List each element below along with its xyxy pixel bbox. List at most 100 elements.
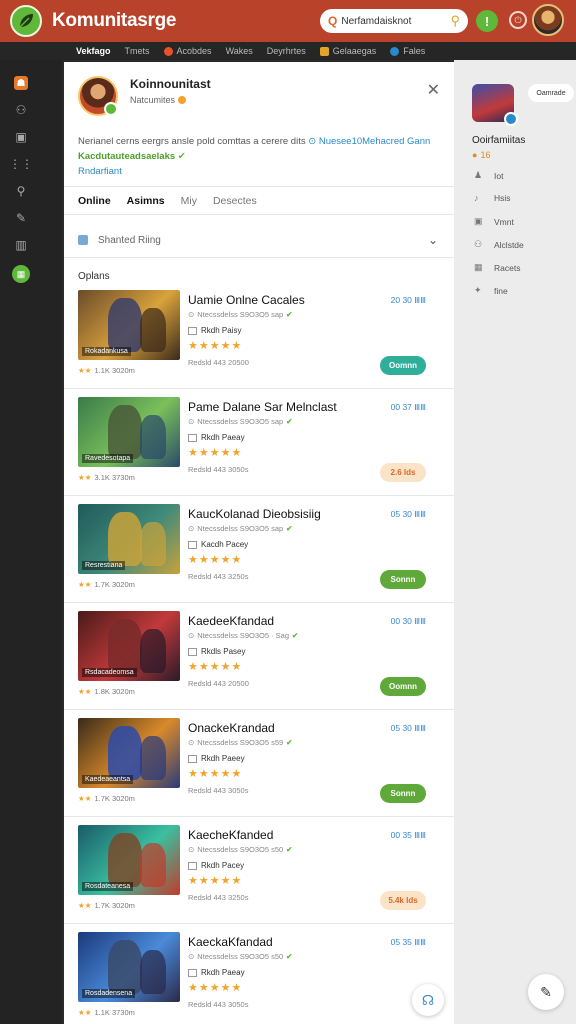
game-thumbnail[interactable]: Rokadankusa: [78, 290, 180, 360]
sidebar-item[interactable]: ♟ Iot: [474, 170, 503, 181]
sidebar-avatar[interactable]: [472, 84, 518, 126]
divider: [64, 816, 454, 817]
tab-desectes[interactable]: Desectes: [213, 195, 257, 207]
community-icon[interactable]: ▦: [12, 265, 30, 283]
game-card[interactable]: Ravedesotapa ★★ 3.1K 3730m Pame Dalane Sa…: [78, 397, 440, 497]
nav-item-2[interactable]: Acobdes: [163, 46, 212, 56]
inbox-icon[interactable]: ▣: [14, 130, 28, 144]
game-title[interactable]: Uamie Onlne Cacales: [188, 293, 305, 307]
sidebar-item[interactable]: ✦ fine: [474, 285, 508, 296]
chevron-down-icon[interactable]: ⌄: [428, 233, 438, 247]
game-time: 05 30 ⅢⅢ: [390, 723, 426, 733]
check-icon: ✔: [286, 417, 293, 426]
join-button[interactable]: Oomnn: [380, 677, 426, 696]
pen-icon[interactable]: ✎: [14, 211, 28, 225]
game-card[interactable]: Resrestiana ★★ 1.7K 3020m KaucKolanad Die…: [78, 504, 440, 604]
join-button[interactable]: Sonnn: [380, 784, 426, 803]
filter-dropdown[interactable]: Shanted Riing ⌄: [78, 230, 438, 250]
rating-summary: ★★ 1.1K 3730m: [78, 1008, 135, 1017]
game-title[interactable]: KaedeeKfandad: [188, 614, 274, 628]
profile-avatar[interactable]: [78, 76, 118, 116]
game-card[interactable]: Rosdadensena ★★ 1.1K 3730m KaeckaKfandad …: [78, 932, 440, 1024]
game-thumbnail[interactable]: Resrestiana: [78, 504, 180, 574]
game-thumbnail[interactable]: Rsdacadeomsa: [78, 611, 180, 681]
game-time: 05 35 ⅢⅢ: [390, 937, 426, 947]
game-time: 05 30 ⅢⅢ: [390, 509, 426, 519]
game-card[interactable]: Rosdateanesa ★★ 1.7K 3020m KaecheKfanded …: [78, 825, 440, 925]
flag-icon: [188, 647, 197, 656]
edit-fab[interactable]: ✎: [528, 974, 564, 1010]
sidebar-item[interactable]: ▣ Vmnt: [474, 216, 514, 227]
flag-icon: [188, 968, 197, 977]
chat-fab[interactable]: ☊: [412, 984, 444, 1016]
game-stats: Redsld 443 3050s: [188, 1000, 249, 1009]
rating-summary: ★★ 3.1K 3730m: [78, 473, 135, 482]
search-input[interactable]: [341, 15, 442, 27]
clock-icon: ⊙: [188, 417, 195, 426]
clock-icon: ⊙: [188, 524, 195, 533]
character-art: [108, 833, 142, 887]
game-title[interactable]: KaeckaKfandad: [188, 935, 273, 949]
users-icon[interactable]: ⚇: [14, 103, 28, 117]
join-button[interactable]: 5.4k Ids: [380, 891, 426, 910]
game-card[interactable]: Kaedeaeantsa ★★ 1.7K 3020m OnackeKrandad …: [78, 718, 440, 818]
character-art: [140, 415, 166, 459]
game-title[interactable]: KaecheKfanded: [188, 828, 273, 842]
search-icon: Q: [328, 14, 338, 28]
check-icon: ✔: [286, 845, 293, 854]
game-title[interactable]: OnackeKrandad: [188, 721, 275, 735]
thumbnail-label: Resrestiana: [82, 561, 126, 570]
game-title[interactable]: Pame Dalane Sar Melnclast: [188, 400, 337, 414]
power-icon[interactable]: ⏻: [509, 11, 527, 29]
sidebar-item[interactable]: ♪ Hsis: [474, 193, 511, 203]
divider: [64, 214, 454, 215]
star-rating: ★★★★★: [188, 982, 243, 994]
user-avatar[interactable]: [532, 4, 564, 36]
game-card[interactable]: Rsdacadeomsa ★★ 1.8K 3020m KaedeeKfandad …: [78, 611, 440, 711]
tab-miy[interactable]: Miy: [181, 195, 197, 207]
tab-asimns[interactable]: Asimns: [127, 195, 165, 207]
sidebar-item[interactable]: ⚇ Alclstde: [474, 239, 524, 250]
join-button[interactable]: 2.6 Ids: [380, 463, 426, 482]
search-bar[interactable]: Q ⚲: [320, 9, 468, 33]
game-thumbnail[interactable]: Ravedesotapa: [78, 397, 180, 467]
nav-item-1[interactable]: Tmets: [125, 46, 150, 56]
game-card[interactable]: Rokadankusa ★★ 1.1K 3020m Uamie Onlne Cac…: [78, 290, 440, 390]
profile-subtitle: Natcumites: [130, 95, 211, 105]
star-rating: ★★★★★: [188, 554, 243, 566]
magnifier-icon[interactable]: ⚲: [450, 13, 460, 29]
character-art: [140, 308, 166, 352]
nav-item-5[interactable]: Gelaaegas: [319, 46, 376, 56]
game-thumbnail[interactable]: Rosdadensena: [78, 932, 180, 1002]
sidebar-item[interactable]: ▦ Racets: [474, 262, 520, 273]
bio-more-link[interactable]: Rndarfiant: [78, 166, 122, 177]
game-title[interactable]: KaucKolanad Dieobsisiig: [188, 507, 321, 521]
person-icon: ♟: [474, 170, 483, 180]
tab-bar: Online Asimns Miy Desectes: [78, 195, 257, 207]
game-thumbnail[interactable]: Kaedeaeantsa: [78, 718, 180, 788]
bio-tag[interactable]: Kacdutauteadsaelaks: [78, 151, 175, 162]
tab-online[interactable]: Online: [78, 195, 111, 207]
leaf-icon[interactable]: [10, 5, 42, 37]
game-thumbnail[interactable]: Rosdateanesa: [78, 825, 180, 895]
bio-link[interactable]: ⊙ Nuesee10Mehacred Gann: [308, 136, 430, 147]
notification-button[interactable]: !: [476, 10, 498, 32]
grid-icon[interactable]: ⋮⋮: [9, 157, 33, 171]
home-icon[interactable]: ☗: [14, 76, 28, 90]
nav-bar: Vekfago Tmets Acobdes Wakes Deyrhrtes Ge…: [0, 42, 576, 60]
sidebar-pill-button[interactable]: Oamrade: [528, 84, 574, 102]
game-meta: ⊙ Ntecssdelss S9O3O5 sap ✔: [188, 524, 293, 533]
nav-item-3[interactable]: Wakes: [226, 46, 253, 56]
join-button[interactable]: Oomnn: [380, 356, 426, 375]
nav-item-4[interactable]: Deyrhrtes: [267, 46, 306, 56]
divider: [64, 495, 454, 496]
rating-summary: ★★ 1.1K 3020m: [78, 366, 135, 375]
character-art: [108, 512, 142, 566]
search-rail-icon[interactable]: ⚲: [14, 184, 28, 198]
close-icon[interactable]: ✕: [427, 80, 440, 100]
book-icon[interactable]: ▥: [14, 238, 28, 252]
join-button[interactable]: Sonnn: [380, 570, 426, 589]
star-rating: ★★★★★: [188, 447, 243, 459]
nav-item-6[interactable]: Fales: [390, 46, 425, 56]
nav-item-0[interactable]: Vekfago: [76, 46, 111, 56]
